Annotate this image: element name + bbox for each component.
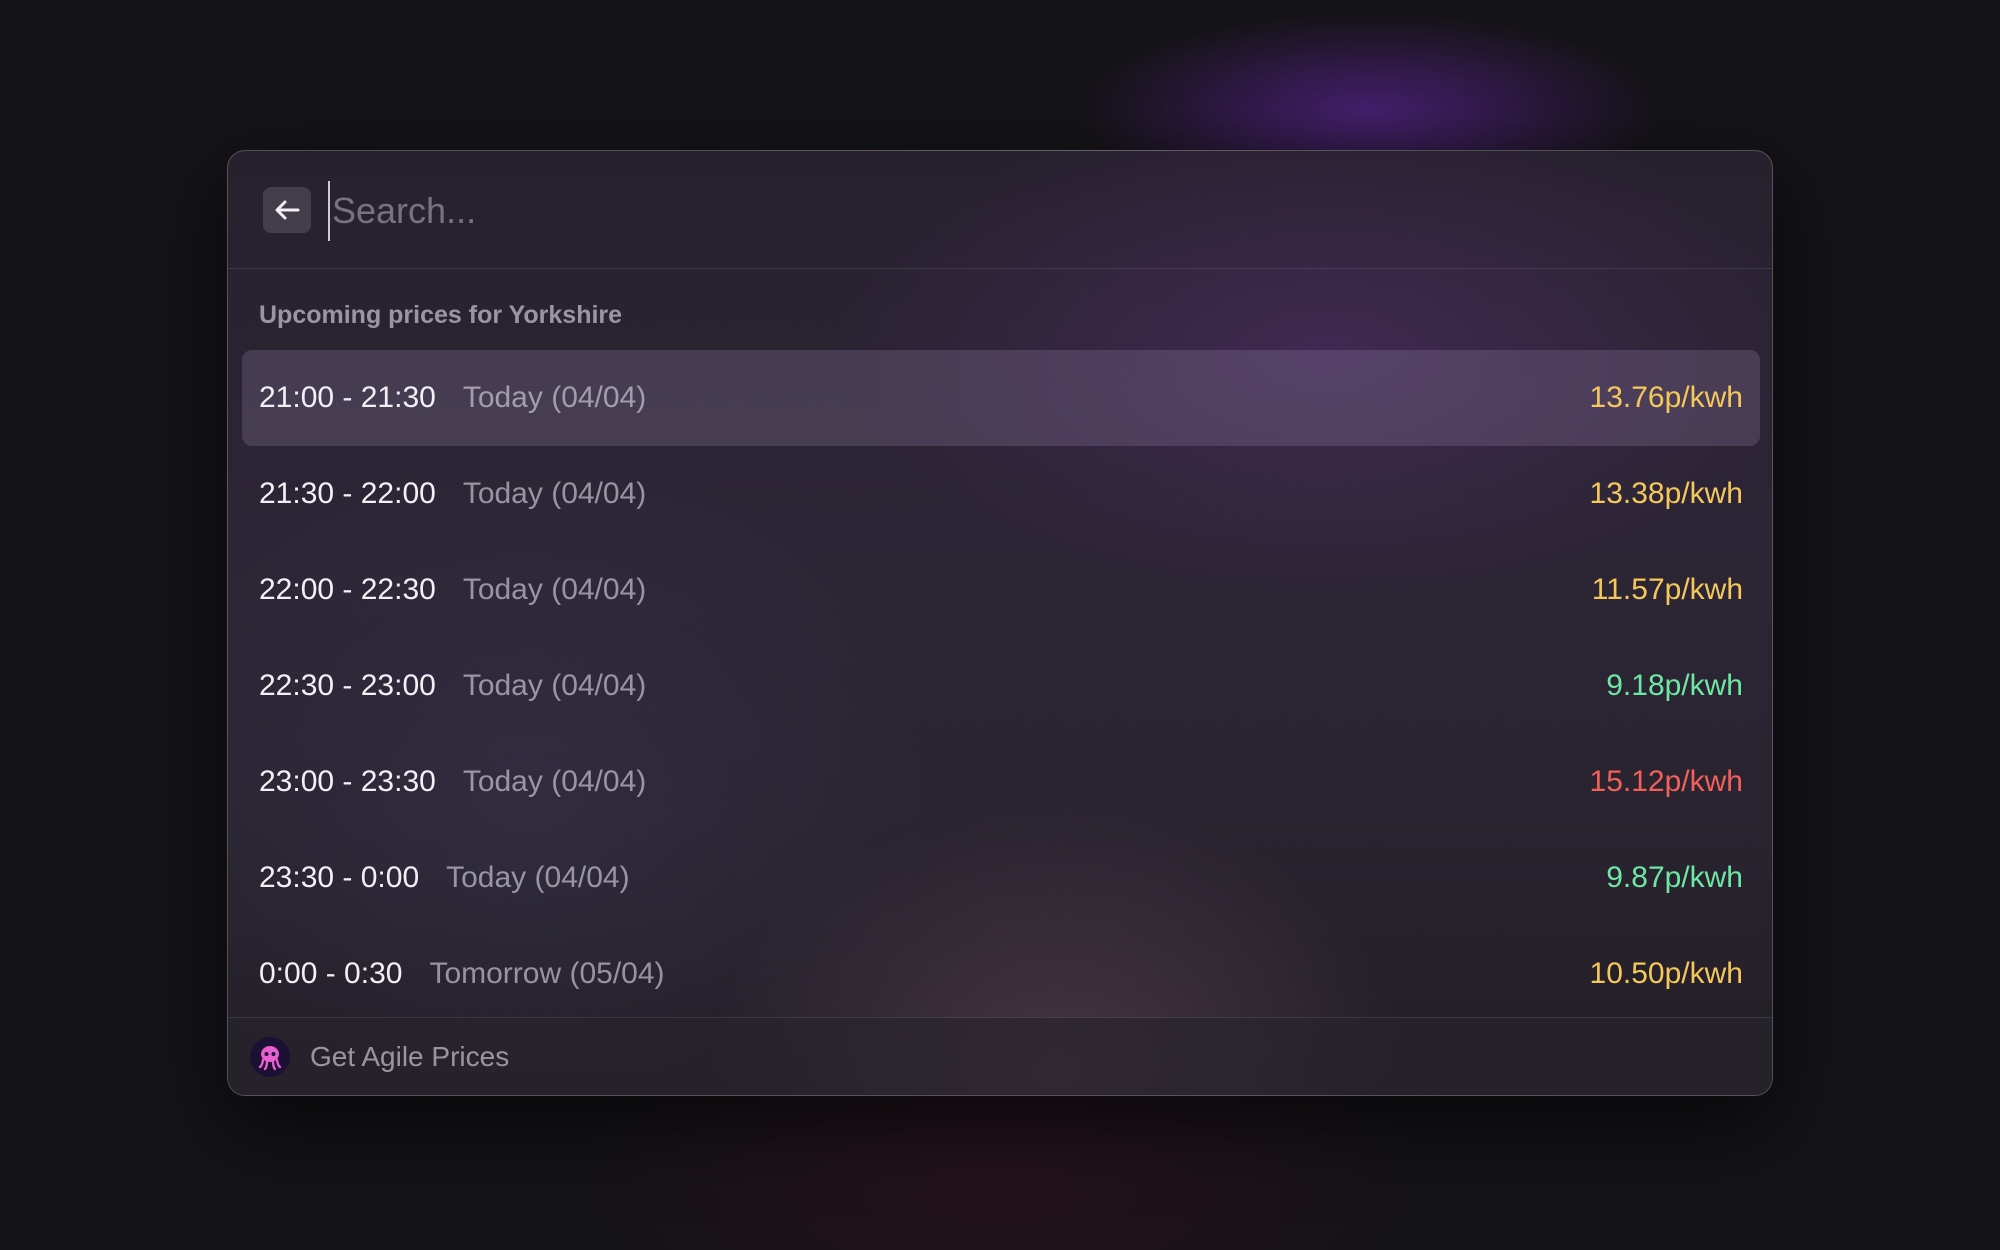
octopus-icon: [250, 1036, 290, 1077]
date-label: Today (04/04): [462, 477, 647, 510]
date-label: Tomorrow (05/04): [429, 957, 665, 990]
list-item[interactable]: 0:00 - 0:30 Tomorrow (05/04) 10.50p/kwh: [242, 926, 1760, 1022]
time-slot: 21:00 - 21:30: [259, 381, 436, 414]
date-label: Today (04/04): [462, 381, 647, 414]
list-item[interactable]: 23:30 - 0:00 Today (04/04) 9.87p/kwh: [242, 830, 1760, 926]
footer-bar: Get Agile Prices: [228, 1017, 1772, 1095]
back-button[interactable]: [263, 187, 311, 233]
date-label: Today (04/04): [462, 669, 647, 702]
price-list: 21:00 - 21:30 Today (04/04) 13.76p/kwh 21:3…: [242, 350, 1760, 1022]
footer-extension-label: Get Agile Prices: [310, 1040, 510, 1072]
price-value: 15.12p/kwh: [1589, 765, 1743, 798]
date-label: Today (04/04): [446, 861, 630, 894]
price-value: 9.18p/kwh: [1606, 669, 1743, 702]
time-slot: 23:30 - 0:00: [259, 861, 420, 894]
search-bar: [228, 151, 1772, 269]
price-value: 10.50p/kwh: [1589, 957, 1743, 990]
time-slot: 0:00 - 0:30: [259, 957, 403, 990]
section-title: Upcoming prices for Yorkshire: [259, 301, 623, 329]
time-slot: 21:30 - 22:00: [259, 477, 436, 510]
search-input[interactable]: [328, 181, 1712, 241]
price-value: 11.57p/kwh: [1591, 573, 1743, 606]
arrow-left-icon: [275, 200, 300, 220]
date-label: Today (04/04): [462, 765, 647, 798]
list-item[interactable]: 22:30 - 23:00 Today (04/04) 9.18p/kwh: [242, 638, 1760, 734]
command-palette-window: Upcoming prices for Yorkshire 21:00 - 21…: [227, 150, 1773, 1096]
time-slot: 22:30 - 23:00: [259, 669, 436, 702]
price-value: 13.76p/kwh: [1589, 381, 1743, 414]
list-item[interactable]: 21:30 - 22:00 Today (04/04) 13.38p/kwh: [242, 446, 1760, 542]
list-item[interactable]: 23:00 - 23:30 Today (04/04) 15.12p/kwh: [242, 734, 1760, 830]
date-label: Today (04/04): [462, 573, 647, 606]
list-item[interactable]: 21:00 - 21:30 Today (04/04) 13.76p/kwh: [242, 350, 1760, 446]
time-slot: 22:00 - 22:30: [259, 573, 436, 606]
list-item[interactable]: 22:00 - 22:30 Today (04/04) 11.57p/kwh: [242, 542, 1760, 638]
time-slot: 23:00 - 23:30: [259, 765, 436, 798]
price-value: 13.38p/kwh: [1589, 477, 1743, 510]
price-value: 9.87p/kwh: [1606, 861, 1743, 894]
